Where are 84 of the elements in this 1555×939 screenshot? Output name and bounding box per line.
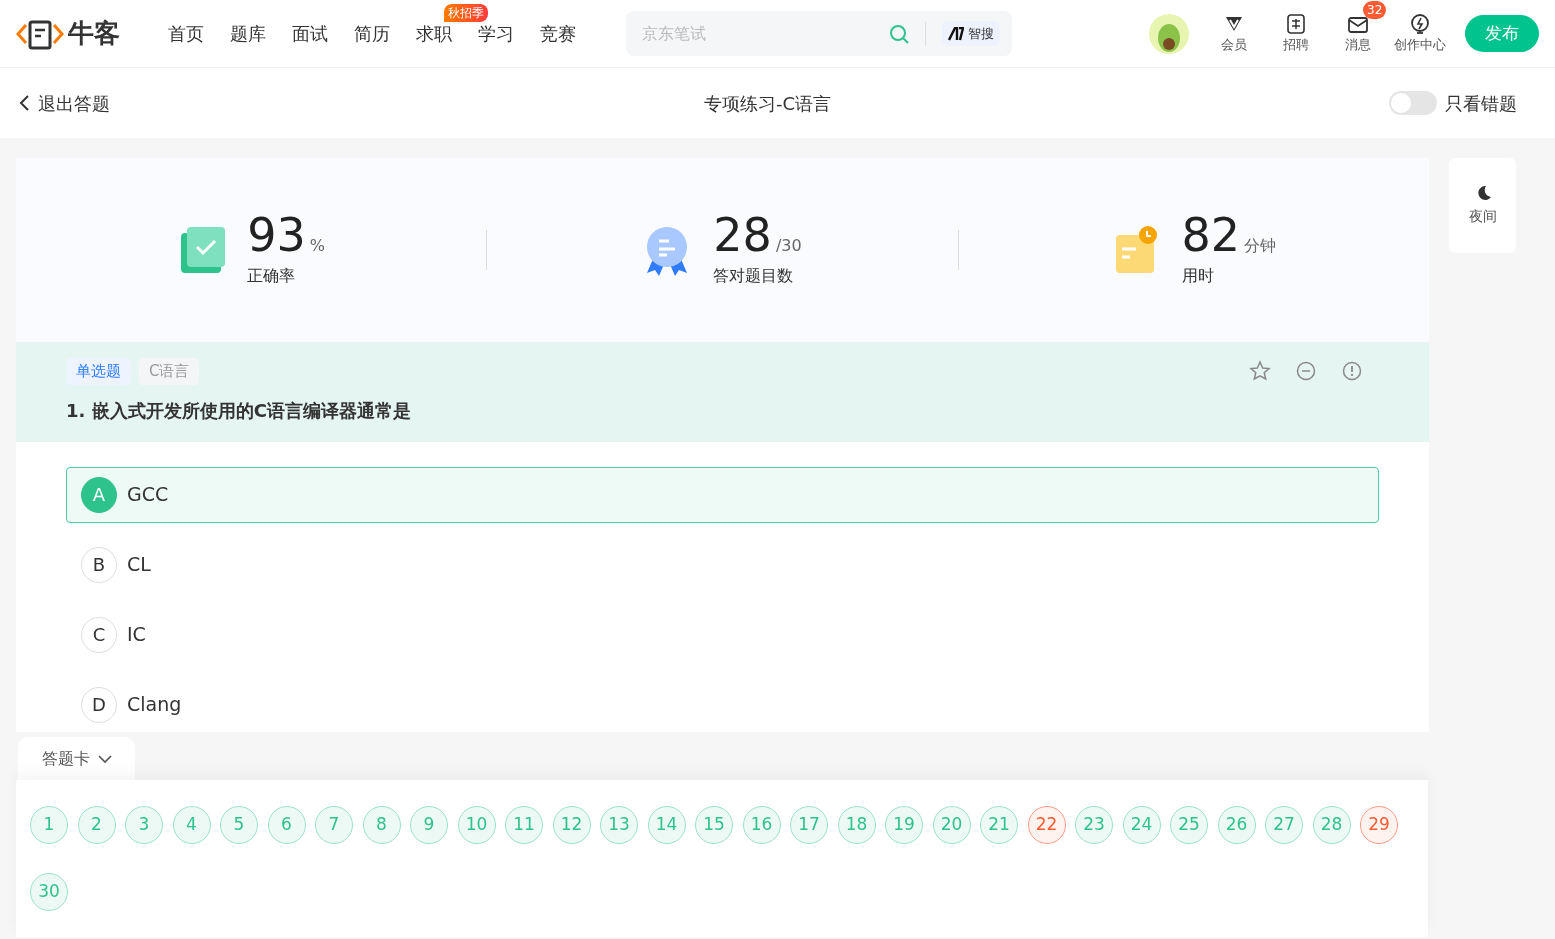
question-number[interactable]: 8 [362,806,401,844]
question-number[interactable]: 17 [790,806,828,844]
toggle-switch[interactable] [1389,91,1437,115]
stat-unit: /30 [775,235,802,257]
question-number[interactable]: 16 [742,806,781,844]
back-link[interactable]: 退出答题 [18,89,318,117]
alert-icon[interactable] [1341,360,1363,383]
answer-option[interactable]: A GCC [66,466,1379,523]
nav-link[interactable]: 求职 [416,23,452,44]
option-letter: A [81,476,117,513]
stat-unit: % [309,235,326,257]
stat-label: 用时 [1181,265,1215,287]
question-number[interactable]: 1 [30,806,68,844]
avatar-icon [1149,13,1189,54]
night-mode-button[interactable]: 夜间 [1449,158,1516,253]
minus-circle-icon[interactable] [1295,360,1317,383]
question-number[interactable]: 9 [410,806,448,844]
nav-link[interactable]: 学习 [478,23,514,44]
page-title: 专项练习-C语言 [703,91,832,116]
question-tag: 单选题 [66,358,131,385]
question-number[interactable]: 30 [30,873,68,911]
nav-link[interactable]: 面试 [292,23,328,44]
question-number[interactable]: 2 [77,806,116,844]
question-number[interactable]: 21 [980,806,1018,844]
toolbar-link[interactable]: 招聘 [1267,12,1325,55]
bulb-icon [1409,12,1431,35]
question-number[interactable]: 3 [125,806,163,844]
question-number[interactable]: 20 [932,806,971,844]
toggle-label: 只看错题 [1445,91,1517,116]
question-number[interactable]: 25 [1170,806,1208,844]
question-number[interactable]: 6 [267,806,306,844]
answer-option[interactable]: B CL [66,536,1379,593]
toolbar-link[interactable]: 会员 [1205,12,1263,55]
question-number[interactable]: 18 [837,806,876,844]
answer-card-toggle[interactable]: 答题卡 [18,737,135,781]
question-number[interactable]: 19 [885,806,923,844]
question-number[interactable]: 12 [552,806,591,844]
nav-link[interactable]: 题库 [230,23,266,44]
nav-link[interactable]: 首页 [168,23,204,44]
option-letter: B [81,546,117,583]
nav-badge: 秋招季 [444,4,488,22]
option-text: CL [127,552,151,578]
question-number[interactable]: 24 [1122,806,1161,844]
ai-logo-icon [948,26,964,41]
question-number[interactable]: 23 [1075,806,1113,844]
option-letter: D [81,686,117,723]
option-letter: C [81,616,117,653]
toolbar-link[interactable]: 创作中心 [1391,12,1449,55]
question-number[interactable]: 4 [172,806,211,844]
answer-option[interactable]: C IC [66,606,1379,663]
unread-count: 32 [1363,0,1387,19]
stat-value: 93 [247,212,306,258]
stat-label: 正确率 [247,265,297,287]
question-number[interactable]: 11 [505,806,543,844]
option-text: Clang [127,692,182,718]
stat-value: 28 [713,212,772,258]
question-number[interactable]: 26 [1217,806,1256,844]
stat-value: 82 [1181,212,1241,258]
nav-link[interactable]: 简历 [354,23,390,44]
question-number[interactable]: 27 [1265,806,1303,844]
question-number[interactable]: 22 [1027,806,1066,844]
question-number[interactable]: 15 [695,806,733,844]
option-text: GCC [127,482,169,508]
question-number[interactable]: 28 [1312,806,1351,844]
question-number[interactable]: 13 [600,806,638,844]
publish-button[interactable]: 发布 [1465,14,1539,53]
question-number[interactable]: 14 [647,806,686,844]
stat-label: 答对题目数 [713,265,795,287]
search-field[interactable]: 京东笔试 智搜 [626,11,1012,56]
search-icon [889,23,909,44]
nav-link[interactable]: 竞赛 [540,23,576,44]
answer-option[interactable]: D Clang [66,676,1379,733]
option-text: IC [127,622,146,648]
star-icon[interactable] [1249,360,1271,383]
question-number[interactable]: 7 [315,806,353,844]
logo-text: 牛客 [68,17,120,50]
recruit-icon [1285,12,1307,35]
question-number[interactable]: 5 [220,806,258,844]
question-tag: C语言 [139,358,200,385]
question-number[interactable]: 10 [457,806,496,844]
question-text: 1. 嵌入式开发所使用的C语言编译器通常是 [66,398,412,423]
ai-search-button[interactable]: 智搜 [942,20,1000,47]
stat-unit: 分钟 [1244,235,1277,257]
question-number[interactable]: 29 [1360,806,1398,844]
